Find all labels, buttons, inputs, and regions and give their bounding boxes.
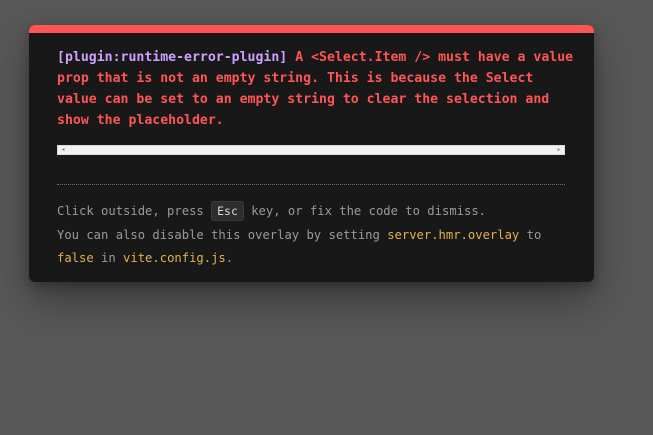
tip-text: to	[519, 227, 542, 242]
esc-key: Esc	[211, 201, 244, 221]
scroll-right-icon[interactable]: ▸	[554, 146, 564, 154]
error-accent-bar	[29, 25, 594, 33]
error-overlay-window: [plugin:runtime-error-plugin] A <Select.…	[29, 25, 594, 282]
config-file-name: vite.config.js	[123, 251, 226, 265]
dismiss-tip: Click outside, press Esc key, or fix the…	[57, 200, 577, 271]
tip-text: key, or fix the code to dismiss.	[243, 204, 487, 218]
setting-name: server.hmr.overlay	[387, 227, 520, 242]
tip-text: Click outside, press	[57, 204, 212, 218]
tip-text: in	[93, 251, 124, 265]
plugin-label: [plugin:runtime-error-plugin]	[57, 50, 288, 65]
horizontal-scrollbar[interactable]: ◂ ▸	[57, 145, 565, 155]
tip-text: .	[225, 251, 234, 265]
error-message: [plugin:runtime-error-plugin] A <Select.…	[57, 47, 577, 131]
setting-value: false	[57, 251, 94, 265]
divider	[57, 184, 565, 185]
tip-line-1: Click outside, press Esc key, or fix the…	[57, 200, 577, 224]
tip-line-3: false in vite.config.js.	[57, 247, 577, 271]
tip-line-2: You can also disable this overlay by set…	[57, 224, 577, 248]
tip-text: You can also disable this overlay by set…	[57, 227, 388, 242]
scroll-left-icon[interactable]: ◂	[58, 146, 68, 154]
